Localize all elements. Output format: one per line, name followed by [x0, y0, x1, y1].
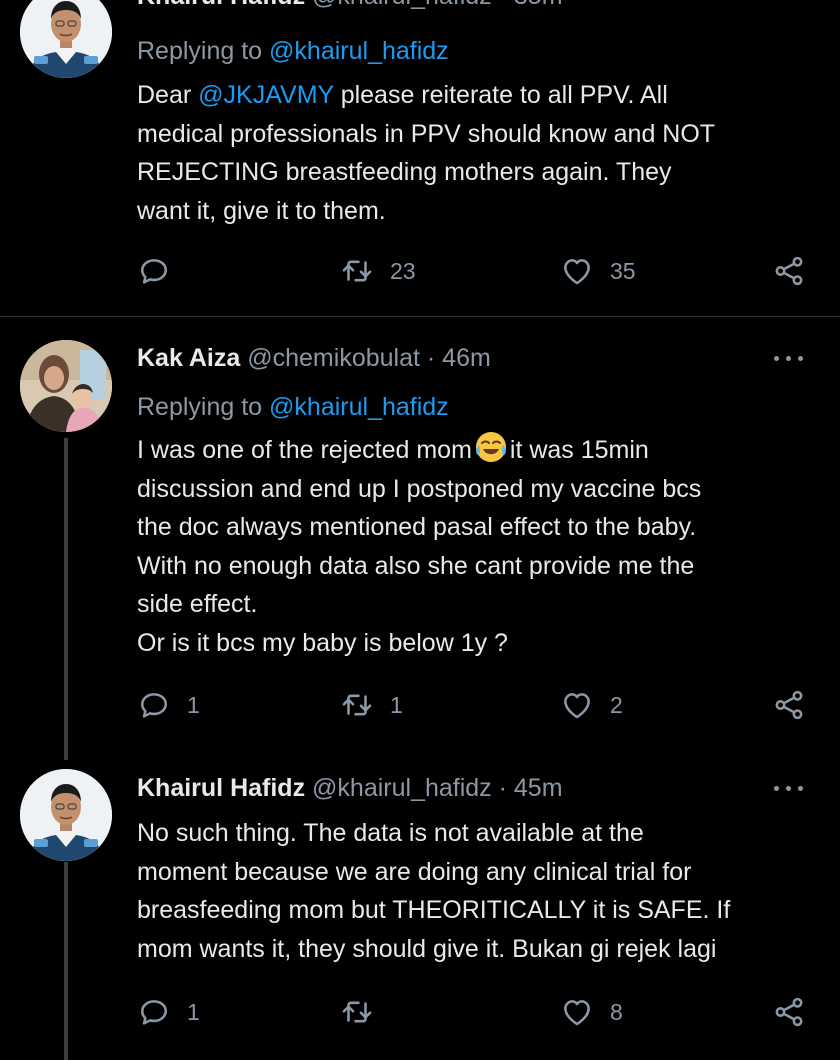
like-button[interactable]: 35 [560, 254, 636, 288]
text-line: the doc always mentioned pasal effect to… [137, 513, 697, 541]
text-line: Dear [137, 81, 199, 109]
replying-to-mention[interactable]: @khairul_hafidz [269, 37, 449, 65]
retweet-count: 1 [390, 691, 403, 718]
text-line: it was 15min [509, 436, 649, 464]
more-options-button[interactable] [772, 778, 806, 798]
like-button[interactable]: 2 [560, 688, 623, 722]
share-button[interactable] [772, 995, 806, 1029]
like-count: 2 [610, 691, 623, 718]
text-line: please reiterate to all PPV. All [333, 81, 668, 109]
text-line: REJECTING breastfeeding mothers again. T… [137, 158, 672, 186]
retweet-icon [340, 995, 374, 1029]
author-handle[interactable]: @khairul_hafidz [312, 0, 492, 10]
share-icon [772, 254, 806, 288]
more-options-button[interactable] [772, 348, 806, 368]
heart-icon [560, 688, 594, 722]
text-line: side effect. [137, 590, 258, 618]
separator: · [498, 774, 507, 802]
avatar[interactable] [20, 340, 112, 432]
timestamp[interactable]: 35m [514, 0, 563, 10]
replying-to-label: Replying to [137, 393, 263, 421]
replying-to: Replying to @khairul_hafidz [137, 35, 449, 67]
text-line: want it, give it to them. [137, 196, 386, 225]
timestamp[interactable]: 46m [442, 344, 491, 372]
timestamp[interactable]: 45m [514, 774, 563, 802]
tweet-header: Khairul Hafidz @khairul_hafidz · 45m [137, 772, 563, 804]
reply-button[interactable]: 1 [137, 688, 200, 722]
text-line: With no enough data also she cant provid… [137, 551, 695, 580]
share-icon [772, 995, 806, 1029]
face-with-tears-of-joy-emoji [474, 430, 508, 464]
author-handle[interactable]: @khairul_hafidz [312, 774, 492, 802]
share-button[interactable] [772, 254, 806, 288]
like-count: 35 [610, 257, 636, 284]
retweet-count: 23 [390, 257, 416, 284]
text-line: medical professionals in PPV should know… [137, 119, 716, 148]
author-name[interactable]: Khairul Hafidz [137, 0, 305, 10]
tweet-1[interactable]: Khairul Hafidz @khairul_hafidz · 35m Rep… [0, 0, 840, 316]
author-name[interactable]: Khairul Hafidz [137, 774, 305, 802]
tweet-text: Dear @JKJAVMY please reiterate to all PP… [137, 76, 817, 230]
share-icon [772, 688, 806, 722]
mention-link[interactable]: @JKJAVMY [198, 81, 334, 109]
text-line: moment because we are doing any clinical… [137, 857, 692, 886]
retweet-button[interactable]: 23 [340, 254, 416, 288]
text-line: No such thing. The data is not available… [137, 819, 644, 847]
avatar[interactable] [20, 769, 112, 861]
tweet-text: No such thing. The data is not available… [137, 814, 817, 968]
reply-icon [137, 688, 171, 722]
tweet-3[interactable]: Khairul Hafidz @khairul_hafidz · 45m No … [0, 747, 840, 1060]
retweet-icon [340, 688, 374, 722]
retweet-icon [340, 254, 374, 288]
replying-to: Replying to @khairul_hafidz [137, 391, 449, 423]
reply-button[interactable]: 1 [137, 995, 200, 1029]
separator: · [426, 344, 436, 372]
reply-icon [137, 995, 171, 1029]
heart-icon [560, 254, 594, 288]
text-line: I was one of the rejected mom [137, 436, 472, 464]
tweet-header: Kak Aiza @chemikobulat · 46m [137, 342, 491, 374]
like-count: 8 [610, 998, 623, 1025]
share-button[interactable] [772, 688, 806, 722]
like-button[interactable]: 8 [560, 995, 623, 1029]
reply-button[interactable] [137, 254, 171, 288]
author-handle[interactable]: @chemikobulat [247, 344, 420, 372]
heart-icon [560, 995, 594, 1029]
separator: · [499, 0, 514, 10]
text-line: breasfeeding mom but THEORITICALLY it is… [137, 896, 731, 924]
author-name[interactable]: Kak Aiza [137, 344, 240, 372]
text-line: mom wants it, they should give it. Bukan… [137, 934, 717, 963]
reply-icon [137, 254, 171, 288]
retweet-button[interactable] [340, 995, 374, 1029]
reply-count: 1 [187, 998, 200, 1025]
text-line: discussion and end up I postponed my vac… [137, 474, 702, 503]
text-line: Or is it bcs my baby is below 1y ? [137, 628, 508, 657]
avatar[interactable] [20, 0, 112, 78]
replying-to-mention[interactable]: @khairul_hafidz [269, 393, 449, 421]
retweet-button[interactable]: 1 [340, 688, 403, 722]
tweet-text: I was one of the rejected mom it was 15mi… [137, 430, 817, 662]
tweet-2[interactable]: Kak Aiza @chemikobulat · 46m Replying to… [0, 317, 840, 747]
tweet-header: Khairul Hafidz @khairul_hafidz · 35m [137, 0, 563, 12]
replying-to-label: Replying to [137, 37, 263, 65]
reply-count: 1 [187, 691, 200, 718]
